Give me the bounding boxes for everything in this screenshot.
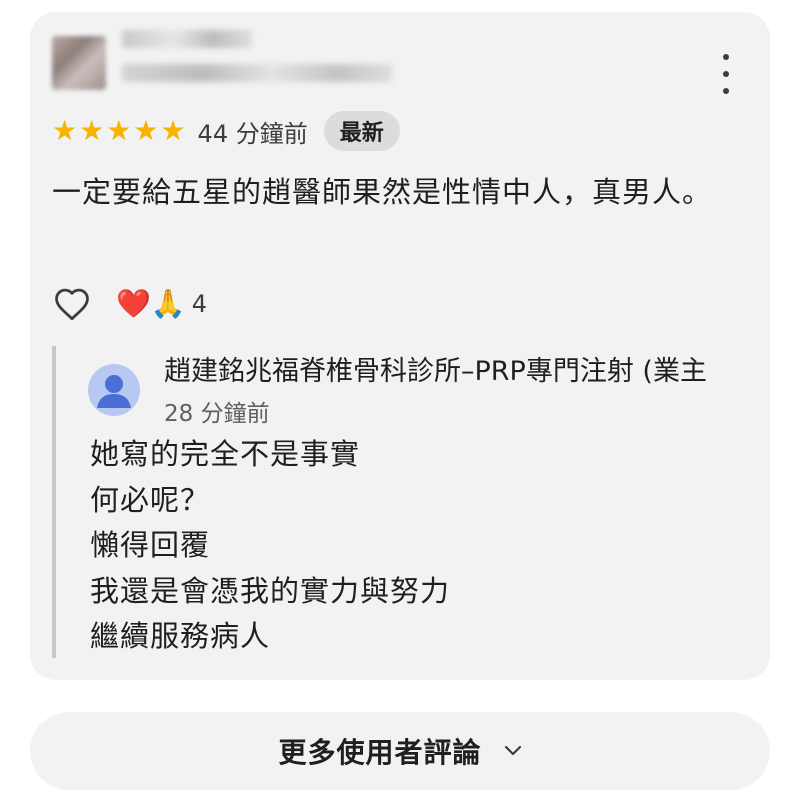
heart-outline-icon — [55, 288, 89, 321]
reply-line: 何必呢？ — [90, 482, 211, 517]
star-icon: ★ — [52, 114, 78, 147]
more-vert-icon[interactable] — [714, 54, 738, 94]
star-icon: ★ — [160, 114, 186, 147]
star-icon: ★ — [133, 114, 159, 147]
review-time: 44 分鐘前 — [197, 119, 308, 148]
chevron-down-icon — [504, 745, 522, 757]
more-reviews-label: 更多使用者評論 — [278, 736, 482, 769]
reaction-count[interactable]: 4 — [192, 290, 207, 318]
reviewer-name-blurred[interactable] — [122, 30, 252, 48]
person-icon[interactable] — [88, 364, 140, 416]
owner-reply-text: 她寫的完全不是事實 何必呢？ 懶得回覆 我還是會憑我的實力與努力 繼續服務病人 — [90, 432, 450, 658]
rating-row: ★ ★ ★ ★ ★ 44 分鐘前 最新 — [52, 110, 400, 152]
star-rating: ★ ★ ★ ★ ★ — [52, 117, 186, 145]
like-button[interactable] — [52, 284, 92, 324]
reaction-row: ❤️🙏 4 — [52, 282, 207, 326]
reply-line: 我還是會憑我的實力與努力 — [90, 573, 451, 608]
review-text: 一定要給五星的趙醫師果然是性情中人，真男人。 — [52, 175, 713, 209]
reply-line: 懶得回覆 — [90, 528, 211, 562]
new-badge: 最新 — [323, 111, 400, 151]
owner-reply: 趙建銘兆福脊椎骨科診所–PRP專門注射 (業主 28 分鐘前 她寫的完全不是事實… — [52, 346, 774, 658]
more-reviews-button[interactable]: 更多使用者評論 — [30, 712, 770, 790]
reviewer-meta-blurred — [122, 64, 392, 82]
star-icon: ★ — [79, 114, 105, 147]
owner-name[interactable]: 趙建銘兆福脊椎骨科診所–PRP專門注射 (業主 — [164, 354, 707, 390]
reply-line: 她寫的完全不是事實 — [90, 437, 361, 471]
star-icon: ★ — [106, 114, 132, 147]
reply-line: 繼續服務病人 — [90, 619, 271, 653]
reviewer-avatar[interactable] — [52, 36, 106, 90]
reaction-emoji[interactable]: ❤️🙏 — [116, 290, 186, 318]
owner-reply-time: 28 分鐘前 — [164, 401, 270, 427]
